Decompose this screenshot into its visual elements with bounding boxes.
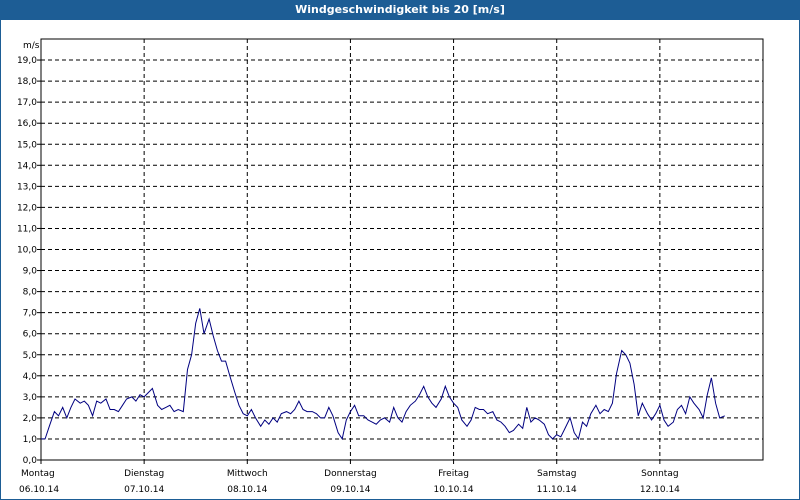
y-tick-label: 17,0 <box>17 98 37 108</box>
y-tick-label: 10,0 <box>17 246 37 256</box>
y-tick-label: 5,0 <box>23 351 38 361</box>
y-tick-label: 13,0 <box>17 182 37 192</box>
y-tick-label: 8,0 <box>23 288 38 298</box>
y-tick-label: 4,0 <box>23 372 38 382</box>
y-tick-label: 3,0 <box>23 393 38 403</box>
x-tick-label-date: 12.10.14 <box>640 485 680 495</box>
x-tick-label-date: 10.10.14 <box>434 485 474 495</box>
y-tick-label: 6,0 <box>23 330 38 340</box>
y-tick-label: 14,0 <box>17 161 37 171</box>
y-tick-label: 18,0 <box>17 77 37 87</box>
x-tick-label-date: 08.10.14 <box>227 485 267 495</box>
y-tick-label: 19,0 <box>17 56 37 66</box>
wind-speed-chart: 0,0 1,0 2,0 3,0 4,0 5,0 6,0 7,0 8,0 9,0 10,0 11,0 12… <box>17 38 764 495</box>
y-tick-label: 7,0 <box>23 309 38 319</box>
x-tick-label-day: Samstag <box>537 469 576 479</box>
x-tick-label-day: Donnerstag <box>324 469 377 479</box>
x-axis-ticks: Montag 06.10.14 Dienstag 07.10.14 Mittwoch 08… <box>19 460 680 495</box>
x-tick-label-day: Mittwoch <box>227 469 268 479</box>
y-tick-label: 16,0 <box>17 119 37 129</box>
y-tick-label: 9,0 <box>23 267 38 277</box>
y-tick-label: 15,0 <box>17 140 37 150</box>
x-tick-label-date: 06.10.14 <box>19 485 59 495</box>
x-tick-label-day: Montag <box>21 469 55 479</box>
x-tick-label-date: 11.10.14 <box>537 485 577 495</box>
y-tick-label: 2,0 <box>23 414 38 424</box>
y-tick-label: 11,0 <box>17 224 37 234</box>
y-tick-label: 0,0 <box>23 456 38 466</box>
x-tick-label-date: 07.10.14 <box>124 485 164 495</box>
y-axis-unit-label: m/s <box>23 41 40 51</box>
x-tick-label-date: 09.10.14 <box>330 485 370 495</box>
y-axis-ticks: 0,0 1,0 2,0 3,0 4,0 5,0 6,0 7,0 8,0 9,0 10,0 11,0 12… <box>17 56 41 466</box>
y-tick-label: 12,0 <box>17 203 37 213</box>
x-tick-label-day: Sonntag <box>641 469 678 479</box>
x-tick-label-day: Freitag <box>438 469 469 479</box>
y-tick-label: 1,0 <box>23 435 38 445</box>
x-tick-label-day: Dienstag <box>124 469 164 479</box>
